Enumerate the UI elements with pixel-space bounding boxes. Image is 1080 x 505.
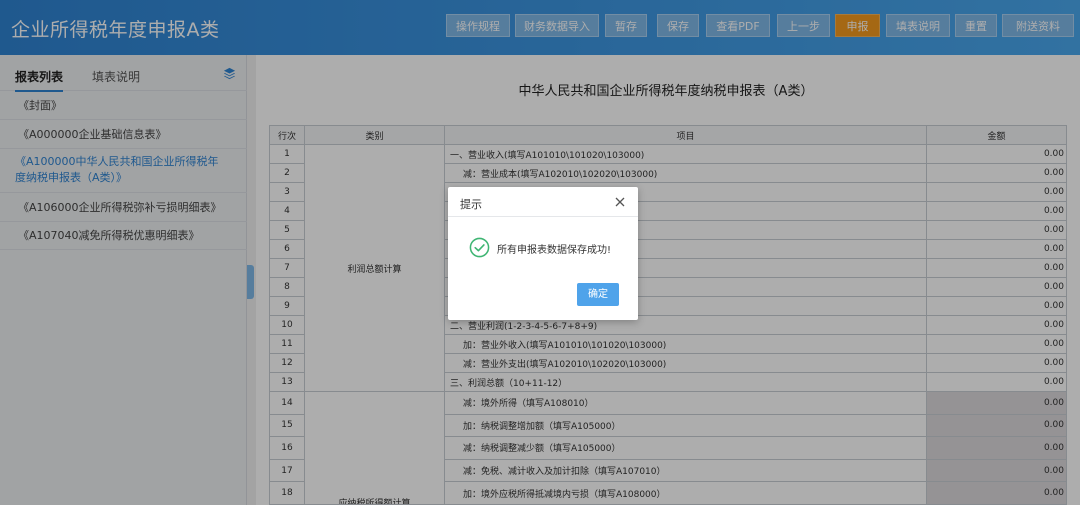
check-circle-icon [469,237,490,258]
confirm-button[interactable]: 确定 [577,283,619,306]
dialog-divider [448,216,638,217]
dialog-message: 所有申报表数据保存成功! [497,245,612,256]
success-dialog: 提示 所有申报表数据保存成功! 确定 [448,187,638,320]
dialog-title: 提示 [460,198,482,211]
close-icon[interactable] [614,196,626,208]
